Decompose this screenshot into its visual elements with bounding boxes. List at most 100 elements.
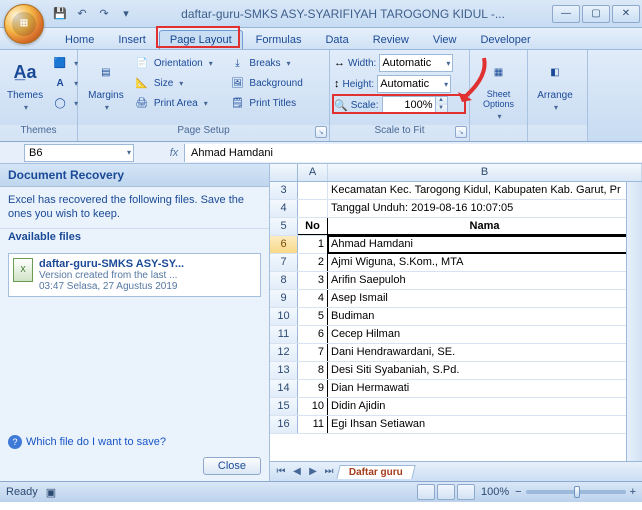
name-box[interactable]: B6▾ [24, 144, 134, 162]
row[interactable]: 1510Didin Ajidin [270, 398, 642, 416]
row-header[interactable]: 5 [270, 218, 298, 235]
undo-icon[interactable]: ↶ [72, 5, 92, 23]
height-value[interactable] [378, 76, 440, 92]
cell-header-nama[interactable]: Nama [328, 218, 642, 235]
view-normal-button[interactable] [417, 484, 435, 500]
row[interactable]: 94Asep Ismail [270, 290, 642, 308]
view-layout-button[interactable] [437, 484, 455, 500]
row[interactable]: 5NoNama [270, 218, 642, 236]
tab-insert[interactable]: Insert [107, 30, 157, 49]
sheet-tab[interactable]: Daftar guru [336, 465, 415, 479]
office-button[interactable]: ⊞ [4, 4, 44, 44]
macro-record-icon[interactable]: ▣ [46, 486, 56, 499]
sheet-nav-next[interactable]: ▶ [306, 466, 320, 477]
cell-header-no[interactable]: No [298, 218, 328, 235]
select-all-corner[interactable] [270, 164, 298, 181]
tab-review[interactable]: Review [362, 30, 420, 49]
col-header-B[interactable]: B [328, 164, 642, 181]
save-icon[interactable]: 💾 [50, 5, 70, 23]
cell-no[interactable]: 6 [298, 326, 328, 343]
row-header[interactable]: 9 [270, 290, 298, 307]
width-value[interactable] [380, 55, 442, 71]
fx-icon[interactable]: fx [164, 147, 184, 159]
col-header-A[interactable]: A [298, 164, 328, 181]
cell-nama[interactable]: Dani Hendrawardani, SE. [328, 344, 642, 361]
minimize-button[interactable]: — [552, 5, 580, 23]
tab-formulas[interactable]: Formulas [245, 30, 313, 49]
size-button[interactable]: 📐Size▾ [130, 73, 226, 93]
zoom-thumb[interactable] [574, 486, 580, 498]
tab-developer[interactable]: Developer [469, 30, 541, 49]
row[interactable]: 105Budiman [270, 308, 642, 326]
sheet-options-button[interactable]: ▦ Sheet Options▾ [474, 53, 523, 124]
cell-nama[interactable]: Didin Ajidin [328, 398, 642, 415]
tab-home[interactable]: Home [54, 30, 105, 49]
themes-button[interactable]: A̲a Themes▾ [4, 53, 46, 115]
cell[interactable] [298, 200, 328, 217]
row-header[interactable]: 13 [270, 362, 298, 379]
row-header[interactable]: 10 [270, 308, 298, 325]
sheet-nav-first[interactable]: ⏮ [274, 466, 288, 477]
print-area-button[interactable]: 🖨Print Area▾ [130, 93, 226, 113]
orientation-button[interactable]: 📄Orientation▾ [130, 53, 226, 73]
page-setup-dialog-launcher[interactable]: ↘ [315, 126, 327, 138]
scale-dialog-launcher[interactable]: ↘ [455, 126, 467, 138]
row[interactable]: 61Ahmad Hamdani [270, 236, 642, 254]
maximize-button[interactable]: ▢ [582, 5, 610, 23]
row[interactable]: 149Dian Hermawati [270, 380, 642, 398]
cell[interactable]: Kecamatan Kec. Tarogong Kidul, Kabupaten… [328, 182, 642, 199]
cell-no[interactable]: 7 [298, 344, 328, 361]
formula-input[interactable]: Ahmad Hamdani [184, 144, 642, 162]
breaks-button[interactable]: ⤓Breaks▾ [225, 53, 325, 73]
qat-more-icon[interactable]: ▾ [116, 5, 136, 23]
cell-nama[interactable]: Budiman [328, 308, 642, 325]
scale-spinner[interactable]: ▲▼ [382, 96, 448, 114]
cell-no[interactable]: 5 [298, 308, 328, 325]
height-dropdown[interactable]: ▾ [377, 75, 451, 93]
row-header[interactable]: 3 [270, 182, 298, 199]
sheet-nav-last[interactable]: ⏭ [322, 466, 336, 477]
cell-nama[interactable]: Dian Hermawati [328, 380, 642, 397]
row[interactable]: 3 Kecamatan Kec. Tarogong Kidul, Kabupate… [270, 182, 642, 200]
cell-no[interactable]: 11 [298, 416, 328, 433]
sheet-nav-prev[interactable]: ◀ [290, 466, 304, 477]
cell-nama[interactable]: Cecep Hilman [328, 326, 642, 343]
row-header[interactable]: 6 [270, 236, 298, 253]
cell-nama[interactable]: Asep Ismail [328, 290, 642, 307]
worksheet[interactable]: A B 3 Kecamatan Kec. Tarogong Kidul, Kabu… [270, 164, 642, 481]
scale-spin-buttons[interactable]: ▲▼ [435, 97, 447, 113]
cell-no[interactable]: 4 [298, 290, 328, 307]
tab-data[interactable]: Data [314, 30, 359, 49]
zoom-in-icon[interactable]: + [630, 486, 636, 498]
arrange-button[interactable]: ◧ Arrange▾ [532, 53, 578, 115]
tab-page-layout[interactable]: Page Layout [159, 30, 243, 49]
background-button[interactable]: 🖼Background [225, 73, 325, 93]
redo-icon[interactable]: ↷ [94, 5, 114, 23]
row[interactable]: 116Cecep Hilman [270, 326, 642, 344]
row-header[interactable]: 7 [270, 254, 298, 271]
row[interactable]: 72Ajmi Wiguna, S.Kom., MTA [270, 254, 642, 272]
row-header[interactable]: 12 [270, 344, 298, 361]
row[interactable]: 127Dani Hendrawardani, SE. [270, 344, 642, 362]
zoom-out-icon[interactable]: − [515, 486, 521, 498]
margins-button[interactable]: ▤ Margins▾ [82, 53, 130, 115]
print-titles-button[interactable]: 🗒Print Titles [225, 93, 325, 113]
cell-no[interactable]: 1 [298, 236, 328, 253]
cell[interactable]: Tanggal Unduh: 2019-08-16 10:07:05 [328, 200, 642, 217]
row-header[interactable]: 15 [270, 398, 298, 415]
cell-nama[interactable]: Ajmi Wiguna, S.Kom., MTA [328, 254, 642, 271]
vertical-scrollbar[interactable] [626, 182, 642, 461]
cell-no[interactable]: 9 [298, 380, 328, 397]
row[interactable]: 138Desi Siti Syabaniah, S.Pd. [270, 362, 642, 380]
view-break-button[interactable] [457, 484, 475, 500]
cell-nama[interactable]: Ahmad Hamdani [328, 236, 642, 253]
close-button[interactable]: ✕ [612, 5, 640, 23]
cell-no[interactable]: 8 [298, 362, 328, 379]
cell-nama[interactable]: Egi Ihsan Setiawan [328, 416, 642, 433]
cell-nama[interactable]: Arifin Saepuloh [328, 272, 642, 289]
row-header[interactable]: 16 [270, 416, 298, 433]
docrec-close-button[interactable]: Close [203, 457, 261, 475]
row[interactable]: 1611Egi Ihsan Setiawan [270, 416, 642, 434]
width-dropdown[interactable]: ▾ [379, 54, 453, 72]
cell[interactable] [298, 182, 328, 199]
